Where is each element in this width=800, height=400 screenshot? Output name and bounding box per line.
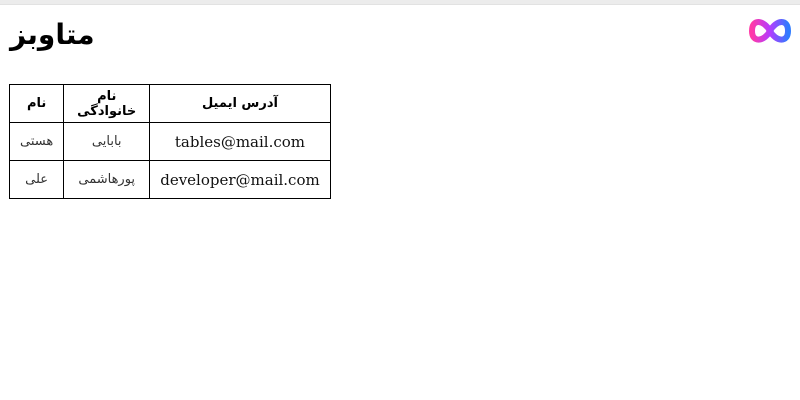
- browser-top-border: [0, 0, 800, 5]
- header-email: آدرس ایمیل: [149, 84, 331, 123]
- header-last-name: نام خانوادگی: [63, 84, 151, 123]
- cell-last-name: بابایی: [63, 122, 151, 161]
- table-row: هستی بابایی tables@mail.com: [8, 122, 331, 161]
- header-first-name: نام: [8, 84, 65, 123]
- cell-first-name: هستی: [8, 122, 65, 161]
- table-header-row: نام نام خانوادگی آدرس ایمیل: [8, 84, 331, 123]
- cell-first-name: علی: [8, 160, 65, 199]
- users-table: نام نام خانوادگی آدرس ایمیل هستی بابایی …: [8, 84, 331, 199]
- page-title: متاوبز: [10, 18, 95, 51]
- cell-email: developer@mail.com: [149, 160, 331, 199]
- cell-last-name: پورهاشمی: [63, 160, 151, 199]
- cell-email: tables@mail.com: [149, 122, 331, 161]
- table-row: علی پورهاشمی developer@mail.com: [8, 160, 331, 199]
- infinity-logo-icon: [749, 19, 791, 43]
